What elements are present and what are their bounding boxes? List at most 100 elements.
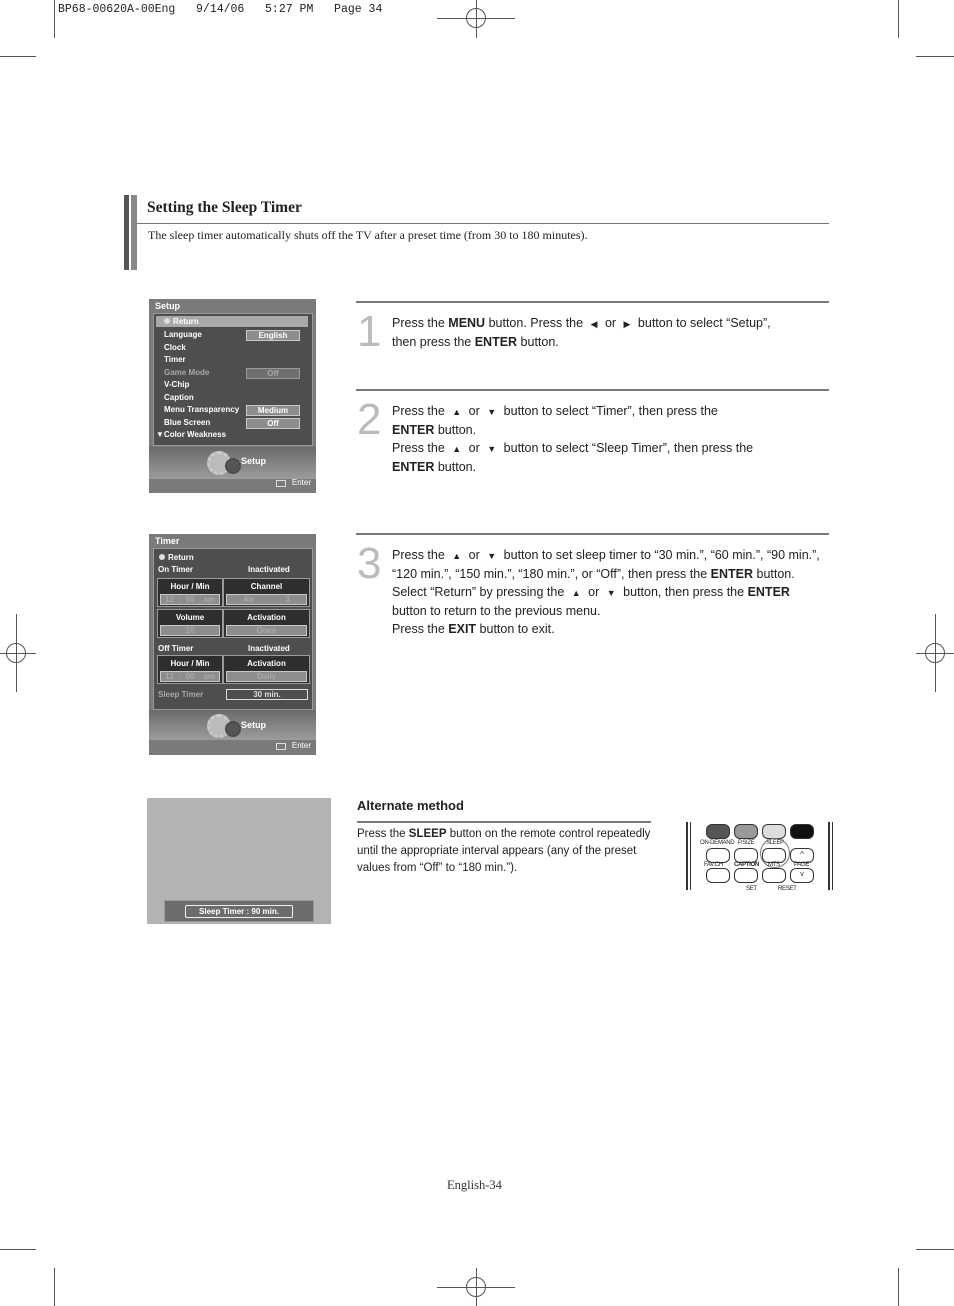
step-text-fragment: button.: [434, 460, 477, 474]
up-arrow-icon: ▲: [452, 551, 462, 561]
remote-button-red: [706, 824, 730, 839]
timer-menu-screenshot: Timer Return On Timer Inactivated Hour /…: [149, 534, 316, 755]
step-3-text: Press the ▲ or ▼ button to set sleep tim…: [392, 546, 832, 638]
step-2-text: Press the ▲ or ▼ button to select “Timer…: [392, 402, 832, 476]
crop-mark: [0, 56, 36, 57]
step-line: Press the EXIT button to exit.: [392, 620, 832, 638]
down-arrow-icon: ▼: [487, 444, 497, 454]
footer-label: Setup: [241, 720, 267, 730]
registration-mark: [6, 643, 26, 663]
print-header: BP68-00620A-00Eng 9/14/06 5:27 PM Page 3…: [58, 3, 383, 16]
crop-mark: [54, 1268, 55, 1306]
on-activation-value: Once: [226, 625, 307, 636]
off-activation-cell: Activation Daily: [223, 655, 310, 684]
step-text-fragment: “120 min.”, “150 min.”, “180 min.”, or “…: [392, 567, 711, 581]
step-line: ENTER button.: [392, 421, 832, 439]
step-line: then press the ENTER button.: [392, 333, 832, 351]
step-text-fragment: button to select “Setup”,: [634, 316, 771, 330]
step-text-fragment: or: [465, 441, 484, 455]
gear-icon: [225, 721, 241, 737]
off-timer-label: Off Timer: [158, 644, 194, 653]
step-text-fragment: or: [465, 404, 484, 418]
registration-mark: [466, 1277, 486, 1297]
step-line: “120 min.”, “150 min.”, “180 min.”, or “…: [392, 565, 832, 583]
return-row: Return: [156, 316, 308, 327]
on-timer-status: Inactivated: [248, 565, 290, 574]
enter-icon: [276, 480, 286, 487]
setup-menu-item: Timer: [164, 355, 186, 364]
remote-button-yellow: [762, 824, 786, 839]
registration-mark: [466, 8, 486, 28]
step-text-fragment: button to select “Sleep Timer”, then pre…: [500, 441, 754, 455]
step-number: 3: [357, 539, 382, 588]
setup-menu-item: Game Mode: [164, 367, 210, 377]
step-text-fragment: or: [601, 316, 620, 330]
section-intro: The sleep timer automatically shuts off …: [148, 228, 588, 242]
return-icon: [159, 554, 165, 560]
step-text-fragment: Press the: [392, 548, 449, 562]
crop-mark: [54, 0, 55, 38]
remote-button-fav-ch: [706, 868, 730, 883]
button-name: ENTER: [392, 460, 435, 474]
remote-button-on-demand: [706, 848, 730, 863]
step-text-fragment: button to return to the previous menu.: [392, 604, 601, 618]
right-arrow-icon: ▶: [623, 319, 631, 329]
step-text-fragment: Select “Return” by pressing the: [392, 585, 568, 599]
step-text-fragment: Press the: [392, 404, 449, 418]
setup-menu-item: Menu Transparency: [164, 405, 240, 414]
step-text-fragment: Press the: [392, 316, 449, 330]
crop-mark: [0, 1249, 36, 1250]
setup-menu-item: Clock: [164, 342, 186, 352]
crop-mark: [916, 1249, 954, 1250]
crop-mark: [898, 0, 899, 38]
step-line: Press the ▲ or ▼ button to select “Sleep…: [392, 439, 832, 458]
step-text-fragment: button to set sleep timer to “30 min.”, …: [500, 548, 820, 562]
step-text-fragment: button to exit.: [476, 622, 555, 636]
setup-menu-item: Language: [164, 330, 202, 339]
on-activation-cell: Activation Once: [223, 609, 310, 638]
step-number: 2: [357, 395, 382, 444]
on-timer-label: On Timer: [158, 565, 193, 574]
up-arrow-icon: ▲: [452, 444, 462, 454]
step-line: Press the ▲ or ▼ button to select “Timer…: [392, 402, 832, 421]
button-name: EXIT: [448, 622, 477, 636]
footer-label: Setup: [241, 456, 267, 466]
step-text-fragment: Press the: [392, 622, 449, 636]
setup-menu-value: Off: [246, 417, 300, 429]
step-text-fragment: button.: [753, 567, 795, 581]
title-bar-decoration: [124, 195, 129, 270]
off-timer-status: Inactivated: [248, 644, 290, 653]
remote-control-illustration: ON-DEMAND P.SIZE SLEEP ^ FAV.CH CAPTION …: [684, 820, 836, 892]
on-volume-cell: Volume 10: [157, 609, 223, 638]
step-text-fragment: button.: [517, 335, 559, 349]
off-hour-min-value: 12 : 00 am: [160, 671, 220, 682]
on-channel-value: Air 3: [226, 594, 307, 605]
section-title: Setting the Sleep Timer: [147, 199, 302, 216]
step-line: Press the ▲ or ▼ button to set sleep tim…: [392, 546, 832, 565]
step-divider: [356, 389, 829, 391]
remote-button-caption: [734, 868, 758, 883]
remote-button-page-up: ^: [790, 848, 814, 863]
remote-button-blue: [790, 824, 814, 839]
step-text-fragment: button. Press the: [485, 316, 587, 330]
setup-menu-item: V-Chip: [164, 380, 190, 389]
step-line: button to return to the previous menu.: [392, 602, 832, 620]
sleep-timer-value: 30 min.: [226, 689, 308, 700]
button-name: ENTER: [474, 335, 518, 349]
left-arrow-icon: ◀: [590, 319, 598, 329]
step-line: ENTER button.: [392, 458, 832, 476]
remote-button-psize: [734, 848, 758, 863]
crop-mark: [916, 56, 954, 57]
step-line: Select “Return” by pressing the ▲ or ▼ b…: [392, 583, 832, 602]
title-divider: [137, 223, 829, 224]
step-text-fragment: button to select “Timer”, then press the: [500, 404, 718, 418]
step-1-text: Press the MENU button. Press the ◀ or ▶ …: [392, 314, 832, 351]
step-line: Press the MENU button. Press the ◀ or ▶ …: [392, 314, 832, 333]
off-hour-min-cell: Hour / Min 12 : 00 am: [157, 655, 223, 684]
enter-hint: Enter: [291, 741, 311, 750]
button-name: ENTER: [392, 423, 435, 437]
page-number: English-34: [447, 1178, 502, 1192]
step-text-fragment: button.: [434, 423, 477, 437]
remote-button-page-down: v: [790, 868, 814, 883]
menu-title: Setup: [155, 301, 181, 311]
